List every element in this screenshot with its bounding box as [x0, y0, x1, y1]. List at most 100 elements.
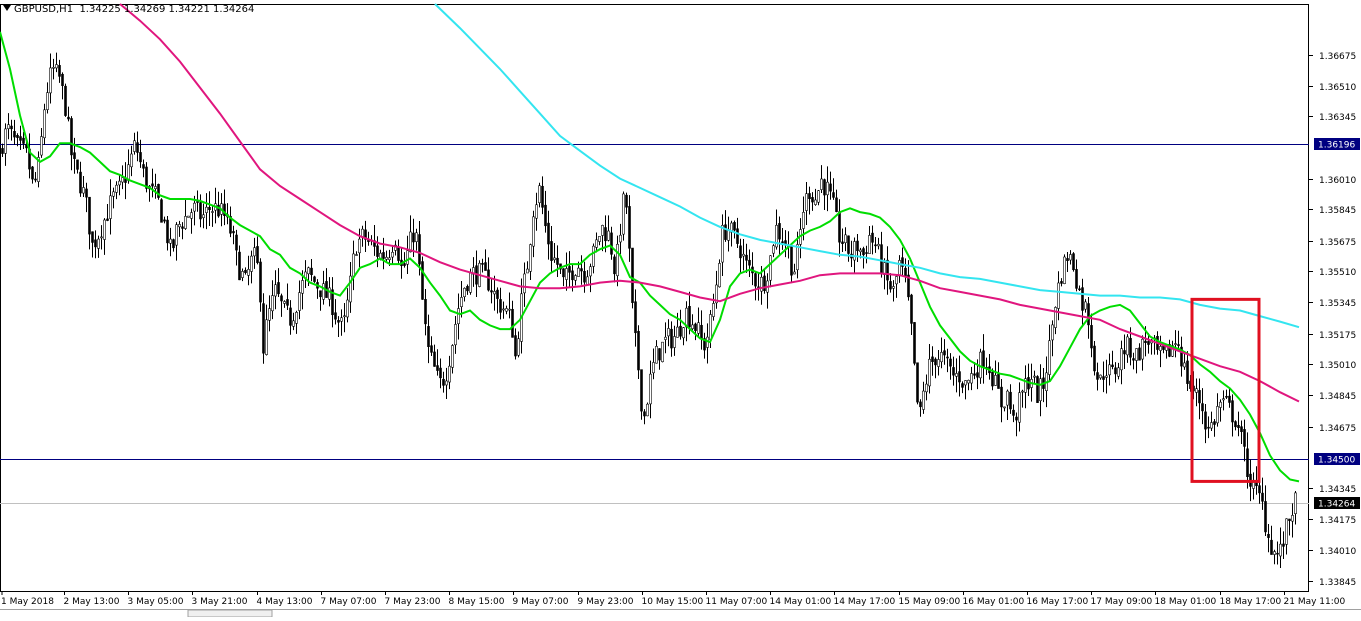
candle-body [991, 371, 994, 387]
candle-body [937, 359, 940, 367]
x-tick-label: 7 May 23:00 [385, 597, 441, 607]
candle-body [1009, 391, 1012, 410]
candle-body [1228, 395, 1231, 403]
candle-body [421, 261, 424, 300]
candle-body [271, 295, 274, 312]
candle-body [556, 257, 559, 265]
candle-body [586, 276, 589, 285]
candle-body [1120, 348, 1123, 371]
candle-body [7, 124, 10, 129]
candle-body [1222, 398, 1225, 401]
x-tick-label: 11 May 07:00 [706, 597, 768, 607]
candle-body [1294, 492, 1297, 514]
candle-body [676, 326, 679, 338]
candle-body [163, 219, 166, 222]
candle-body [424, 299, 427, 325]
symbol-label: GBPUSD,H1 [14, 4, 74, 15]
candle-body [997, 374, 1000, 389]
candle-body [265, 319, 268, 355]
candle-body [1003, 406, 1006, 409]
x-tick-label: 15 May 09:00 [899, 597, 961, 607]
y-tick-label: 1.36510 [1319, 83, 1356, 93]
candle-body [697, 322, 700, 334]
candle-body [1066, 258, 1069, 262]
candle-body [910, 294, 913, 324]
candle-body [898, 260, 901, 277]
candle-body [1174, 343, 1177, 345]
candle-body [1093, 345, 1096, 372]
candle-body [1105, 375, 1108, 378]
candle-body [496, 289, 499, 299]
candle-body [292, 320, 295, 327]
candle-body [691, 324, 694, 329]
candle-body [274, 284, 277, 297]
candle-body [58, 65, 61, 77]
candle-body [1159, 346, 1162, 351]
candle-body [412, 232, 415, 243]
candle-body [130, 153, 133, 168]
candle-body [982, 350, 985, 368]
price-chart[interactable]: 1.36675 1.36510 1.36345 1.36010 1.35845 1.356… [0, 0, 1361, 618]
candle-body [409, 231, 412, 253]
x-tick-label: 3 May 21:00 [192, 597, 248, 607]
candle-body [1198, 390, 1201, 404]
candle-body [1021, 390, 1024, 393]
candle-body [460, 297, 463, 307]
candle-body [1225, 395, 1228, 398]
candle-body [1036, 376, 1039, 403]
candle-body [1096, 372, 1099, 380]
candle-body [172, 239, 175, 249]
candle-body [889, 281, 892, 290]
candle-body [1063, 256, 1066, 284]
candle-body [193, 202, 196, 212]
candle-body [481, 263, 484, 265]
dropdown-triangle-icon[interactable] [3, 5, 11, 11]
candle-body [91, 231, 94, 243]
candle-body [832, 192, 835, 198]
candle-body [724, 224, 727, 240]
candle-body [241, 271, 244, 278]
candle-body [73, 152, 76, 159]
candle-body [160, 199, 163, 223]
candle-body [931, 356, 934, 362]
candle-body [544, 204, 547, 227]
candle-body [649, 373, 652, 405]
candle-body [334, 312, 337, 320]
candle-body [238, 251, 241, 281]
candle-body [1000, 386, 1003, 408]
candle-body [610, 232, 613, 255]
candle-body [49, 67, 52, 94]
candle-body [487, 269, 490, 291]
candle-body [904, 267, 907, 277]
candle-body [700, 324, 703, 340]
candle-body [778, 223, 781, 240]
candle-body [601, 225, 604, 236]
x-tick-label: 14 May 01:00 [770, 597, 832, 607]
y-tick-label: 1.35010 [1319, 361, 1356, 371]
y-tick-label: 1.35845 [1319, 206, 1356, 216]
candle-body [1081, 287, 1084, 311]
candle-body [1126, 336, 1129, 356]
candle-body [640, 369, 643, 412]
candle-body [895, 276, 898, 285]
candle-body [109, 195, 112, 219]
candle-body [1183, 362, 1186, 368]
candle-body [388, 257, 391, 261]
x-tick-label: 21 May 11:00 [1284, 597, 1346, 607]
candle-body [490, 290, 493, 293]
candle-body [721, 225, 724, 263]
candle-body [106, 218, 109, 221]
candle-body [532, 216, 535, 247]
candle-body [1012, 409, 1015, 416]
candle-body [733, 222, 736, 231]
candle-body [346, 299, 349, 318]
candle-body [298, 292, 301, 311]
x-tick-label: 16 May 17:00 [1027, 597, 1089, 607]
candle-body [661, 341, 664, 363]
candle-body [658, 348, 661, 361]
candle-body [589, 266, 592, 277]
candle-body [742, 253, 745, 257]
y-tick-label: 1.36010 [1319, 176, 1356, 186]
candle-body [1243, 429, 1246, 447]
candle-body [838, 211, 841, 243]
